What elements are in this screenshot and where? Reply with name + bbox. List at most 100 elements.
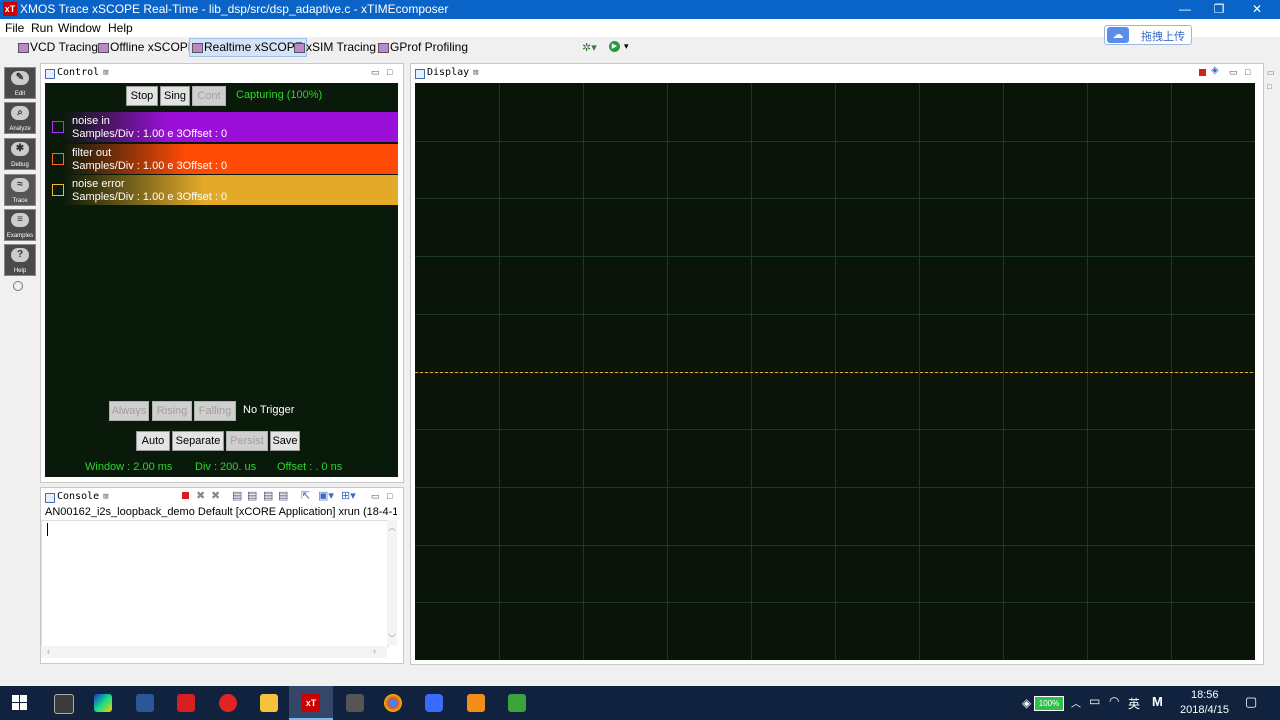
remove-launch-icon[interactable]: ✖ — [196, 489, 205, 502]
maximize-view-icon[interactable]: □ — [387, 67, 392, 77]
new-console-icon[interactable]: ⊞▾ — [341, 489, 356, 502]
terminate-icon[interactable] — [182, 492, 189, 499]
trigger-falling-button[interactable]: Falling — [194, 401, 236, 421]
clock-time[interactable]: 18:56 — [1191, 689, 1219, 701]
fit-view-icon[interactable]: ◈ — [1211, 65, 1219, 76]
close-icon[interactable]: ⊠ — [103, 68, 108, 78]
minimize-view-icon[interactable]: ▭ — [371, 491, 380, 502]
word-wrap-icon[interactable]: ▤ — [263, 489, 273, 502]
show-on-output-icon[interactable]: ▤ — [278, 489, 288, 502]
maximize-view-icon[interactable]: □ — [1245, 67, 1250, 77]
pin-console-icon[interactable]: ⇱ — [301, 489, 310, 502]
probe-noise-in[interactable]: noise in Samples/Div : 1.00 e 3Offset : … — [45, 112, 398, 142]
green-app-icon[interactable] — [508, 694, 526, 712]
xtimecomposer-taskbar-button[interactable]: xT — [289, 686, 333, 720]
scroll-right-icon[interactable]: › — [373, 646, 376, 656]
console-horizontal-scrollbar[interactable]: ‹ › — [41, 646, 387, 658]
customize-perspective-icon[interactable] — [13, 281, 23, 291]
document-icon[interactable] — [346, 694, 364, 712]
perspective-trace[interactable]: ≈ Trace — [4, 174, 36, 206]
word-icon[interactable] — [136, 694, 154, 712]
console-vertical-scrollbar[interactable]: ︿ ﹀ — [387, 520, 397, 645]
netease-music-icon[interactable] — [219, 694, 237, 712]
realtime-xscope-button[interactable]: Realtime xSCOPE — [189, 38, 307, 57]
maximize-view-icon[interactable]: □ — [387, 491, 392, 501]
minimize-view-icon[interactable]: ▭ — [1229, 67, 1238, 78]
vcd-tracing-button[interactable]: VCD Tracing — [16, 39, 101, 56]
console-output[interactable] — [41, 520, 389, 647]
menu-run[interactable]: Run — [31, 21, 53, 35]
baidu-netdisk-icon[interactable] — [425, 694, 443, 712]
perspective-edit[interactable]: ✎ Edit — [4, 67, 36, 99]
gprof-profiling-button[interactable]: GProf Profiling — [376, 39, 471, 56]
pencil-icon: ✎ — [11, 71, 29, 85]
probe-filter-out[interactable]: filter out Samples/Div : 1.00 e 3Offset … — [45, 144, 398, 174]
continuous-button[interactable]: Cont — [192, 86, 226, 106]
chrome-icon[interactable] — [384, 694, 402, 712]
calculator-icon[interactable] — [54, 694, 74, 714]
file-explorer-icon[interactable] — [260, 694, 278, 712]
toolbar: VCD Tracing Offline xSCOPE Realtime xSCO… — [0, 37, 1280, 59]
save-button[interactable]: Save — [270, 431, 300, 451]
notification-icon[interactable]: ▢ — [1245, 694, 1257, 710]
upload-widget[interactable]: ☁ 拖拽上传 — [1104, 25, 1192, 45]
remove-all-icon[interactable]: ✖ — [211, 489, 220, 502]
chevron-up-icon[interactable]: ︿ — [1071, 695, 1081, 710]
minimize-view-icon[interactable]: ▭ — [371, 67, 380, 78]
perspective-analyze[interactable]: ⌕ Analyze — [4, 102, 36, 134]
probe-checkbox[interactable] — [52, 153, 64, 165]
perspective-debug[interactable]: ✱ Debug — [4, 138, 36, 170]
probe-checkbox[interactable] — [52, 184, 64, 196]
run-dropdown-icon[interactable]: ▾ — [624, 41, 629, 52]
xsim-tracing-button[interactable]: xSIM Tracing — [292, 39, 379, 56]
youdao-icon[interactable] — [177, 694, 195, 712]
scroll-left-icon[interactable]: ‹ — [47, 646, 50, 656]
close-icon[interactable]: ⊠ — [473, 68, 478, 78]
persist-button[interactable]: Persist — [226, 431, 268, 451]
scroll-lock-icon[interactable]: ▤ — [247, 489, 257, 502]
close-icon[interactable]: ⊠ — [103, 492, 108, 502]
orange-app-icon[interactable] — [467, 694, 485, 712]
stop-capture-icon[interactable] — [1199, 69, 1206, 76]
menu-help[interactable]: Help — [108, 21, 133, 35]
scroll-up-icon[interactable]: ︿ — [388, 522, 396, 533]
ime-mode-indicator[interactable]: M — [1152, 694, 1163, 709]
shield-icon[interactable]: ◈ — [1022, 696, 1031, 710]
clock-date[interactable]: 2018/4/15 — [1180, 704, 1229, 716]
windows-start-icon[interactable] — [12, 695, 28, 711]
tab-control[interactable]: Control ⊠ — [44, 66, 109, 80]
close-button[interactable]: ✕ — [1240, 0, 1274, 19]
wifi-icon[interactable]: ◠ — [1109, 694, 1119, 708]
scroll-down-icon[interactable]: ﹀ — [388, 633, 396, 644]
run-icon[interactable]: ▶ — [609, 41, 620, 52]
video-player-icon[interactable] — [94, 694, 112, 712]
menu-window[interactable]: Window — [58, 21, 101, 35]
scope-display[interactable] — [415, 83, 1255, 660]
probe-noise-error[interactable]: noise error Samples/Div : 1.00 e 3Offset… — [45, 175, 398, 205]
clear-console-icon[interactable]: ▤ — [232, 489, 242, 502]
stop-button[interactable]: Stop — [126, 86, 158, 106]
offline-xscope-button[interactable]: Offline xSCOPE — [96, 39, 199, 56]
battery-icon[interactable]: ▭ — [1089, 694, 1100, 708]
trigger-always-button[interactable]: Always — [109, 401, 149, 421]
tab-display[interactable]: Display ⊠ — [414, 66, 479, 80]
settings-icon[interactable]: ✲▾ — [582, 41, 597, 54]
tab-console[interactable]: Console ⊠ — [44, 490, 109, 504]
single-button[interactable]: Sing — [160, 86, 190, 106]
maximize-icon[interactable]: □ — [1267, 82, 1272, 91]
display-console-icon[interactable]: ▣▾ — [318, 489, 334, 502]
app-logo: xT — [3, 2, 17, 16]
perspective-help[interactable]: ? Help — [4, 244, 36, 276]
minimize-button[interactable]: — — [1168, 0, 1202, 19]
battery-indicator[interactable]: 100% — [1034, 696, 1064, 711]
probe-checkbox[interactable] — [52, 121, 64, 133]
trigger-rising-button[interactable]: Rising — [152, 401, 192, 421]
perspective-examples[interactable]: ≡ Examples — [4, 209, 36, 241]
separate-button[interactable]: Separate — [172, 431, 224, 451]
auto-button[interactable]: Auto — [136, 431, 170, 451]
menu-file[interactable]: File — [5, 21, 24, 35]
maximize-button[interactable]: ❐ — [1202, 0, 1236, 19]
ime-indicator[interactable]: 英 — [1128, 695, 1140, 712]
minimize-icon[interactable]: ▭ — [1267, 68, 1275, 77]
magnifier-icon: ⌕ — [11, 106, 29, 120]
